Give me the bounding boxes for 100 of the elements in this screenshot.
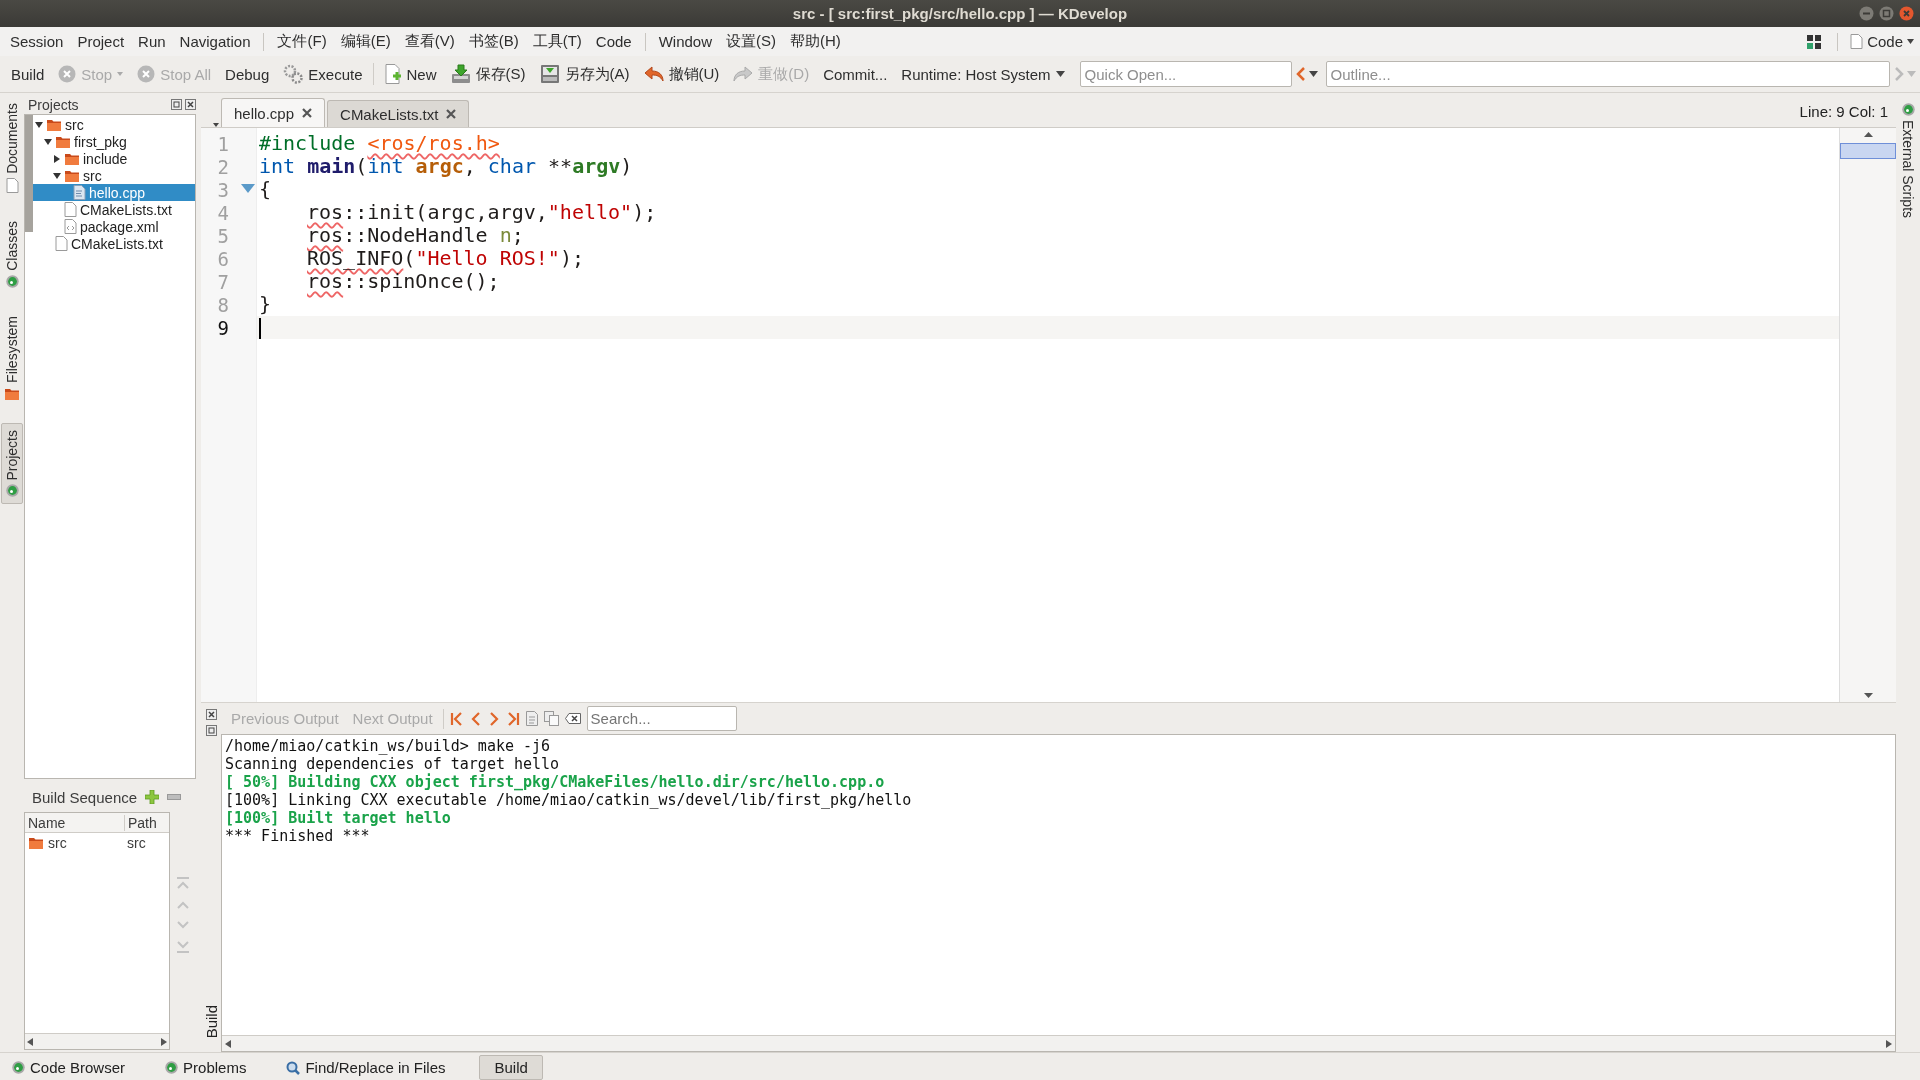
add-icon[interactable] — [145, 790, 160, 804]
output-line: *** Finished *** — [225, 827, 371, 845]
folder-icon — [55, 134, 71, 149]
side-tab[interactable]: Filesystem — [1, 309, 23, 407]
search-field[interactable]: Search... — [586, 706, 737, 731]
dock-tab[interactable]: Code Browser — [6, 1056, 132, 1079]
menu-item[interactable]: 设置(S) — [719, 29, 783, 54]
minimize-icon[interactable] — [1859, 6, 1874, 21]
outline-field[interactable]: Outline... — [1325, 61, 1890, 87]
collapse-arrow-icon[interactable] — [52, 171, 61, 180]
left-arrow-icon[interactable] — [225, 1039, 231, 1048]
float-icon[interactable] — [171, 99, 182, 110]
save-button[interactable]: 保存(S) — [443, 60, 533, 88]
redo-icon — [733, 66, 754, 82]
file-tab[interactable]: hello.cpp — [221, 98, 326, 127]
folder-icon — [64, 168, 80, 183]
right-arrow-icon[interactable] — [1886, 1039, 1892, 1048]
undo-button[interactable]: 撤销(U) — [636, 60, 727, 88]
menu-item[interactable]: Run — [131, 30, 173, 53]
code-line: ros::NodeHandle n; — [306, 224, 525, 247]
column-header: Name — [25, 814, 125, 831]
tree-item[interactable]: hello.cpp — [33, 184, 195, 201]
line-number: 8 — [216, 293, 229, 316]
caret-icon — [1907, 71, 1916, 77]
side-tab[interactable]: Classes — [1, 214, 23, 294]
up-arrow-icon[interactable] — [1863, 132, 1873, 137]
gear-icon — [1901, 103, 1915, 116]
tree-item[interactable]: src — [33, 116, 195, 133]
tree-item[interactable]: first_pkg — [33, 133, 195, 150]
side-tab[interactable]: Projects — [1, 422, 23, 505]
document-icon[interactable] — [525, 711, 538, 726]
first-icon[interactable] — [449, 711, 464, 726]
close-icon[interactable] — [205, 709, 217, 720]
menu-item[interactable]: Window — [651, 30, 719, 53]
gear-icon — [5, 274, 19, 288]
float-icon[interactable] — [205, 725, 217, 736]
line-number: 1 — [216, 132, 229, 155]
tree-item[interactable]: src — [33, 167, 195, 184]
side-tab[interactable]: Documents — [1, 97, 23, 199]
debug-button[interactable]: Debug — [218, 61, 277, 87]
down-arrow-icon[interactable] — [1863, 693, 1873, 698]
expand-arrow-icon[interactable] — [52, 154, 61, 163]
fold-arrow-icon[interactable] — [241, 184, 255, 194]
undo-icon — [643, 66, 664, 82]
remove-icon[interactable] — [167, 794, 182, 800]
maximize-icon[interactable] — [1879, 6, 1894, 21]
menu-item[interactable]: Navigation — [172, 30, 258, 53]
right-arrow-icon[interactable] — [161, 1037, 168, 1046]
execute-button[interactable]: Execute — [276, 60, 370, 88]
folder-icon — [28, 836, 44, 850]
runtime-button[interactable]: Runtime: Host System — [894, 61, 1072, 87]
tree-item[interactable]: CMakeLists.txt — [33, 235, 195, 252]
dock-tab[interactable]: Build — [479, 1055, 543, 1080]
save-icon — [450, 64, 471, 84]
menu-item[interactable]: Project — [70, 30, 132, 53]
commit-button[interactable]: Commit... — [816, 61, 895, 87]
new-button[interactable]: New — [376, 60, 444, 88]
menu-item[interactable]: 工具(T) — [525, 29, 589, 54]
left-arrow-icon[interactable] — [27, 1037, 33, 1046]
last-icon[interactable] — [505, 711, 520, 726]
previous-icon[interactable] — [469, 711, 482, 726]
tree-item[interactable]: package.xml — [33, 218, 195, 235]
close-icon[interactable] — [302, 108, 313, 118]
code-line: int main(int argc, char **argv) — [258, 155, 634, 178]
line-number: 6 — [216, 247, 229, 270]
menu-item[interactable]: Code — [588, 30, 639, 53]
line-number: 4 — [216, 201, 229, 224]
copy-icon[interactable] — [543, 711, 559, 726]
caret-icon — [117, 72, 124, 76]
close-icon[interactable] — [185, 99, 196, 110]
menu-item[interactable]: 编辑(E) — [333, 29, 398, 54]
next-icon[interactable] — [487, 711, 500, 726]
clear-icon[interactable] — [564, 713, 581, 724]
menu-item[interactable]: 书签(B) — [461, 29, 526, 54]
cancel-icon — [137, 65, 156, 83]
side-tab[interactable]: External Scripts — [1897, 97, 1919, 225]
output-line: [100%] Built target hello — [225, 809, 452, 827]
folder-icon — [64, 151, 80, 166]
column-header: Path — [127, 814, 157, 831]
area-switcher-button[interactable]: Code — [1844, 31, 1920, 52]
menu-item[interactable]: 查看(V) — [397, 29, 462, 54]
window-title: src - [ src:first_pkg/src/hello.cpp ] — KDevelop — [792, 5, 1128, 22]
dock-tab[interactable]: Problems — [159, 1056, 253, 1079]
menu-item[interactable]: 文件(F) — [270, 29, 334, 54]
tree-item[interactable]: include — [33, 150, 195, 167]
build-button[interactable]: Build — [4, 61, 52, 87]
close-icon[interactable] — [446, 109, 457, 119]
save-as-button[interactable]: 另存为(A) — [532, 60, 637, 88]
dock-tab[interactable]: Find/Replace in Files — [280, 1056, 452, 1079]
quick-open-field[interactable]: Quick Open... — [1079, 61, 1292, 87]
menu-item[interactable]: Session — [3, 30, 71, 53]
file-tab[interactable]: CMakeLists.txt — [327, 100, 470, 127]
tree-item[interactable]: CMakeLists.txt — [33, 201, 195, 218]
gears-icon — [283, 64, 304, 84]
grid-icon[interactable] — [1807, 34, 1822, 49]
code-file-icon — [73, 185, 86, 200]
menu-item[interactable]: 帮助(H) — [783, 29, 848, 54]
panel-title: Projects — [28, 96, 80, 113]
caret-icon — [1055, 71, 1065, 77]
gear-icon — [165, 1061, 179, 1074]
